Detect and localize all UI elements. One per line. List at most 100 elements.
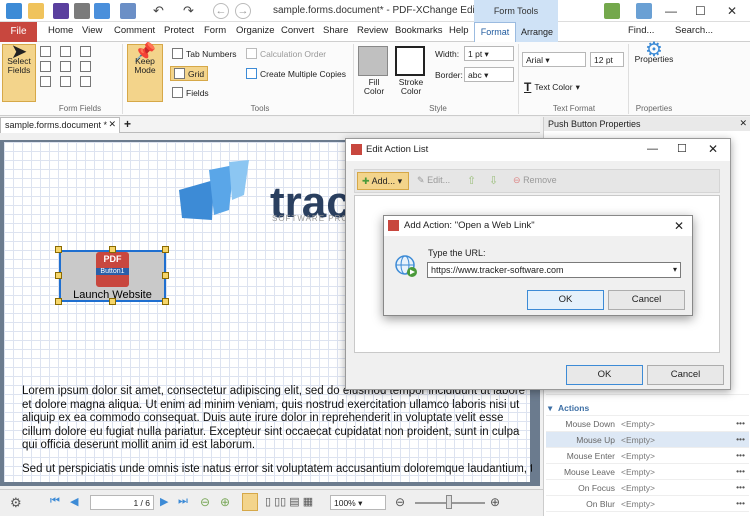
zoom-dropdown[interactable]: 100% ▾ <box>330 495 386 510</box>
resize-handle[interactable] <box>55 298 62 305</box>
text-color-button[interactable]: T Text Color ▾ <box>524 80 580 94</box>
more-icon[interactable]: ••• <box>736 434 745 444</box>
close-icon[interactable]: ✕ <box>727 4 737 18</box>
tab-convert[interactable]: Convert <box>281 25 314 36</box>
dialog-close-icon[interactable]: ✕ <box>708 142 718 156</box>
page-layout-icons[interactable]: ▯ ▯▯ ▤ ▦ <box>265 495 313 508</box>
action-row[interactable]: On Focus <Empty> ••• <box>546 480 749 496</box>
tab-arrange[interactable]: Arrange <box>516 22 558 42</box>
action-row[interactable]: Mouse Up <Empty> ••• <box>546 432 749 448</box>
forward-view-icon[interactable]: ⊕ <box>220 495 230 509</box>
grid-button[interactable]: Grid <box>170 66 209 81</box>
resize-handle[interactable] <box>55 272 62 279</box>
redo-icon[interactable]: ↷ <box>183 3 199 19</box>
tab-file[interactable]: File <box>0 22 37 42</box>
resize-handle[interactable] <box>162 246 169 253</box>
date-field-icon[interactable] <box>60 76 71 87</box>
zoom-slider-thumb[interactable] <box>446 495 452 509</box>
chevron-down-icon[interactable]: ▾ <box>673 265 677 274</box>
action-row[interactable]: On Blur <Empty> ••• <box>546 496 749 512</box>
web-dialog-close-icon[interactable]: ✕ <box>674 219 684 233</box>
font-dropdown[interactable]: Arial ▾ <box>522 52 586 67</box>
scan-icon[interactable] <box>120 3 136 19</box>
minimize-icon[interactable]: — <box>665 4 677 18</box>
move-up-icon[interactable]: ⇧ <box>467 174 476 187</box>
forward-icon[interactable]: → <box>235 3 251 19</box>
more-icon[interactable]: ••• <box>736 482 745 492</box>
calculation-order-button[interactable]: Calculation Order <box>246 48 326 59</box>
web-dialog-cancel-button[interactable]: Cancel <box>608 290 685 310</box>
undo-icon[interactable]: ↶ <box>153 3 169 19</box>
checkbox-field-icon[interactable] <box>60 46 71 57</box>
stroke-color-button[interactable]: Stroke Color <box>395 46 427 96</box>
tab-view[interactable]: View <box>82 25 102 36</box>
tab-protect[interactable]: Protect <box>164 25 194 36</box>
new-tab-icon[interactable]: + <box>124 117 131 131</box>
properties-button[interactable]: ⚙ Properties <box>632 40 676 64</box>
back-icon[interactable]: ← <box>213 3 229 19</box>
action-row[interactable]: Mouse Down <Empty> ••• <box>546 416 749 432</box>
next-page-icon[interactable]: ▶ <box>160 495 168 508</box>
action-row[interactable]: Mouse Leave <Empty> ••• <box>546 464 749 480</box>
dialog-cancel-button[interactable]: Cancel <box>647 365 724 385</box>
dialog-maximize-icon[interactable]: ☐ <box>677 142 687 155</box>
font-size-dropdown[interactable]: 12 pt <box>590 52 624 67</box>
tab-comment[interactable]: Comment <box>114 25 155 36</box>
move-down-icon[interactable]: ⇩ <box>489 174 498 187</box>
single-page-icon[interactable] <box>242 493 258 511</box>
tab-organize[interactable]: Organize <box>236 25 275 36</box>
url-input[interactable]: https://www.tracker-software.com ▾ <box>427 262 681 278</box>
page-number-input[interactable]: 1 / 6 <box>90 495 154 510</box>
resize-handle[interactable] <box>162 272 169 279</box>
tab-share[interactable]: Share <box>323 25 348 36</box>
first-page-icon[interactable]: ⏮ <box>50 495 60 508</box>
resize-handle[interactable] <box>162 298 169 305</box>
prev-page-icon[interactable]: ◀ <box>70 495 78 508</box>
tab-form[interactable]: Form <box>204 25 226 36</box>
document-tab[interactable]: sample.forms.document * ✕ <box>0 117 120 133</box>
print-icon[interactable] <box>74 3 90 19</box>
email-icon[interactable] <box>94 3 110 19</box>
add-action-button[interactable]: ✚ Add... ▾ <box>357 172 409 190</box>
last-page-icon[interactable]: ⏭ <box>178 495 188 508</box>
create-multiple-copies-button[interactable]: Create Multiple Copies <box>246 68 346 79</box>
select-fields-button[interactable]: ➤ Select Fields <box>2 42 36 102</box>
open-icon[interactable] <box>28 3 44 19</box>
keep-mode-button[interactable]: 📌 Keep Mode <box>127 43 163 102</box>
list-field-icon[interactable] <box>40 61 51 72</box>
tab-help[interactable]: Help <box>449 25 469 36</box>
dialog-minimize-icon[interactable]: — <box>647 143 658 155</box>
tab-numbers-button[interactable]: Tab Numbers <box>172 48 237 59</box>
close-panel-icon[interactable]: ✕ <box>739 118 747 129</box>
back-view-icon[interactable]: ⊖ <box>200 495 210 509</box>
ui-options-icon[interactable] <box>604 3 620 19</box>
resize-handle[interactable] <box>109 298 116 305</box>
settings-icon[interactable]: ⚙ <box>10 495 22 511</box>
dialog-ok-button[interactable]: OK <box>566 365 643 385</box>
combo-field-icon[interactable] <box>40 76 51 87</box>
find-button[interactable]: Find... <box>628 25 654 36</box>
tab-review[interactable]: Review <box>357 25 388 36</box>
close-tab-icon[interactable]: ✕ <box>108 119 116 130</box>
fields-button[interactable]: Fields <box>172 87 209 98</box>
radio-field-icon[interactable] <box>60 61 71 72</box>
web-dialog-ok-button[interactable]: OK <box>527 290 604 310</box>
resize-handle[interactable] <box>55 246 62 253</box>
push-button-field[interactable]: PDF Button1 Launch Website <box>59 250 166 302</box>
more-icon[interactable]: ••• <box>736 466 745 476</box>
more-icon[interactable]: ••• <box>736 450 745 460</box>
barcode-field-icon[interactable] <box>80 76 91 87</box>
tab-bookmarks[interactable]: Bookmarks <box>395 25 443 36</box>
button-field-icon[interactable] <box>80 46 91 57</box>
image-field-icon[interactable] <box>80 61 91 72</box>
zoom-out-icon[interactable]: ⊖ <box>395 495 405 509</box>
resize-handle[interactable] <box>109 246 116 253</box>
maximize-icon[interactable]: ☐ <box>695 4 706 18</box>
search-button[interactable]: Search... <box>675 25 713 36</box>
width-dropdown[interactable]: 1 pt ▾ <box>464 46 514 61</box>
save-icon[interactable] <box>53 3 69 19</box>
action-row[interactable]: Mouse Enter <Empty> ••• <box>546 448 749 464</box>
fullscreen-icon[interactable] <box>636 3 652 19</box>
remove-action-button[interactable]: ⊖ Remove <box>513 175 557 186</box>
tab-home[interactable]: Home <box>48 25 73 36</box>
